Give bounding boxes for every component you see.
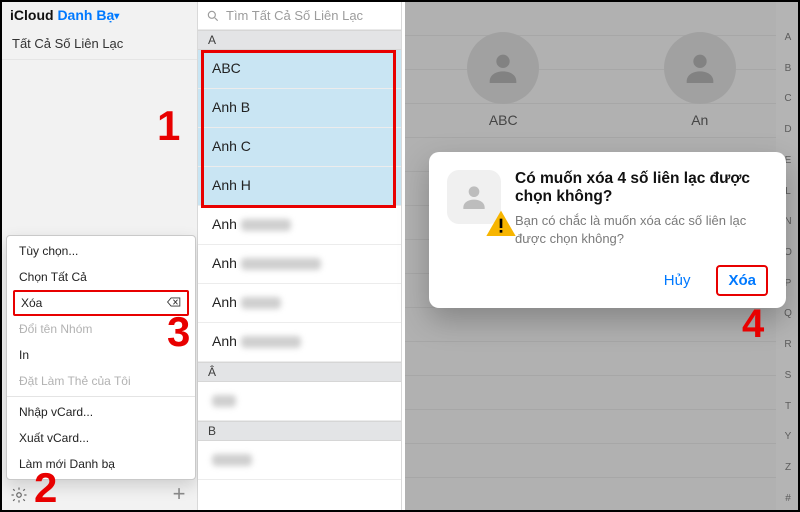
sidebar-header[interactable]: iCloud Danh Bạ▾ — [2, 2, 197, 30]
menu-item[interactable]: Xóa — [13, 290, 189, 316]
contacts-list-column: Tìm Tất Cả Số Liên Lạc AABCAnh BAnh CAnh… — [198, 2, 402, 510]
sidebar-item-all-contacts[interactable]: Tất Cả Số Liên Lạc — [2, 30, 197, 60]
contact-row[interactable] — [198, 382, 401, 421]
menu-item[interactable]: In — [7, 342, 195, 368]
add-icon[interactable]: + — [167, 482, 191, 506]
contact-row[interactable]: Anh B — [198, 89, 401, 128]
warning-badge-icon — [485, 208, 505, 228]
app-frame: iCloud Danh Bạ▾ Tất Cả Số Liên Lạc Tùy c… — [0, 0, 800, 512]
section-header: Â — [198, 362, 401, 382]
groups-sidebar: iCloud Danh Bạ▾ Tất Cả Số Liên Lạc Tùy c… — [2, 2, 198, 510]
context-menu: Tùy chọn...Chọn Tất CảXóaĐổi tên NhómInĐ… — [6, 235, 196, 480]
sidebar-title-link[interactable]: Danh Bạ — [57, 7, 114, 23]
menu-item: Đặt Làm Thẻ của Tôi — [7, 368, 195, 394]
contact-row[interactable]: Anh C — [198, 128, 401, 167]
search-input[interactable]: Tìm Tất Cả Số Liên Lạc — [198, 2, 401, 30]
contact-row[interactable]: Anh — [198, 323, 401, 362]
search-icon — [206, 9, 220, 23]
search-placeholder: Tìm Tất Cả Số Liên Lạc — [226, 8, 363, 23]
section-header: A — [198, 30, 401, 50]
contact-row[interactable] — [198, 441, 401, 480]
menu-item: Đổi tên Nhóm — [7, 316, 195, 342]
right-pane: ABCAn ABCDELNOPQRSTYZ# Có muốn xóa 4 số … — [405, 2, 798, 510]
menu-item[interactable]: Làm mới Danh bạ — [7, 451, 195, 477]
confirm-delete-button[interactable]: Xóa — [716, 265, 768, 296]
section-header: B — [198, 421, 401, 441]
contacts-app-icon — [447, 170, 501, 224]
menu-item[interactable]: Tùy chọn... — [7, 238, 195, 264]
delete-dialog: Có muốn xóa 4 số liên lạc được chọn khôn… — [429, 152, 786, 308]
dialog-title: Có muốn xóa 4 số liên lạc được chọn khôn… — [515, 170, 768, 206]
left-pane: iCloud Danh Bạ▾ Tất Cả Số Liên Lạc Tùy c… — [2, 2, 402, 510]
gear-icon[interactable] — [8, 484, 30, 506]
contact-row[interactable]: Anh — [198, 245, 401, 284]
dialog-subtitle: Bạn có chắc là muốn xóa các số liên lạc … — [515, 212, 768, 247]
menu-item[interactable]: Xuất vCard... — [7, 425, 195, 451]
chevron-down-icon: ▾ — [114, 11, 119, 22]
erase-icon — [167, 296, 181, 310]
menu-item[interactable]: Nhập vCard... — [7, 399, 195, 425]
menu-item[interactable]: Chọn Tất Cả — [7, 264, 195, 290]
contact-row[interactable]: Anh H — [198, 167, 401, 206]
contact-row[interactable]: Anh — [198, 206, 401, 245]
contacts-list: AABCAnh BAnh CAnh HAnh Anh Anh Anh ÂB — [198, 30, 401, 480]
contact-row[interactable]: Anh — [198, 284, 401, 323]
sidebar-title-prefix: iCloud — [10, 7, 54, 23]
cancel-button[interactable]: Hủy — [654, 267, 701, 294]
contact-row[interactable]: ABC — [198, 50, 401, 89]
